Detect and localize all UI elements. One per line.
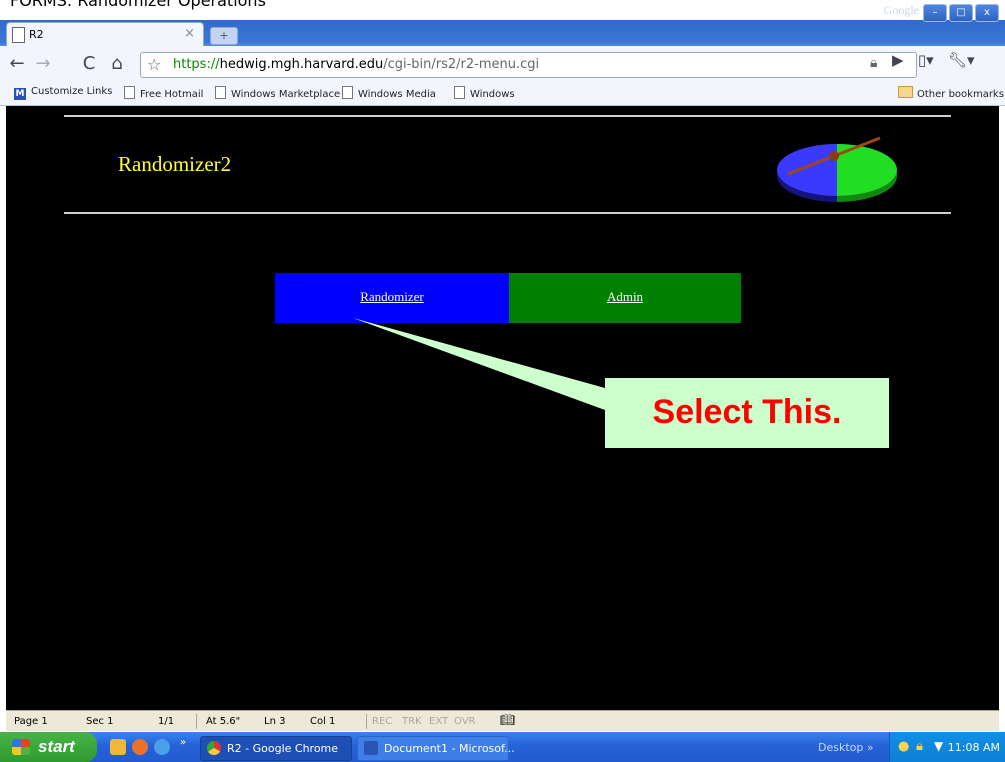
url-host: hedwig.mgh.harvard.edu: [219, 57, 384, 72]
pie-chart-logo: [777, 136, 897, 202]
word-icon: [364, 741, 378, 755]
start-button[interactable]: start: [0, 732, 97, 762]
minimize-icon[interactable]: –: [923, 4, 947, 22]
msn-icon: M: [14, 88, 26, 100]
spelling-book-icon[interactable]: 📖︎: [500, 713, 515, 727]
quicklaunch-outlook-icon[interactable]: [110, 739, 126, 755]
tab-r2[interactable]: R2 ×: [6, 22, 204, 47]
tab-close-icon[interactable]: ×: [184, 26, 195, 41]
clock[interactable]: 11:08 AM: [948, 741, 1000, 754]
callout-text: Select This.: [652, 393, 842, 431]
folder-icon: [898, 86, 913, 98]
more-quicklaunch-icon[interactable]: »: [180, 737, 186, 748]
forward-icon[interactable]: →: [32, 53, 54, 75]
status-ext[interactable]: EXT: [429, 716, 448, 727]
chrome-icon: [207, 741, 221, 755]
lock-icon[interactable]: 🔒︎: [870, 55, 877, 71]
caption-left: FORMS: Randomizer Operations: [10, 0, 266, 10]
callout-box: Select This.: [605, 378, 889, 448]
randomizer-link[interactable]: Randomizer: [275, 289, 509, 305]
new-tab-button[interactable]: +: [210, 27, 238, 45]
start-label: start: [38, 737, 75, 756]
other-bookmarks[interactable]: Other bookmarks: [898, 86, 1004, 100]
status-rec[interactable]: REC: [372, 716, 392, 727]
toolbar-right-buttons: ▶ ▯▾ 🔧︎▾: [892, 51, 975, 69]
quicklaunch-ie-icon[interactable]: [154, 739, 170, 755]
system-tray: ● 🔒︎ ▼ 11:08 AM: [889, 732, 1005, 762]
status-trk[interactable]: TRK: [402, 716, 422, 727]
admin-menu-button[interactable]: Admin: [509, 273, 741, 323]
task-label: R2 - Google Chrome: [227, 742, 339, 755]
bookmark-customize-links[interactable]: M Customize Links: [14, 86, 112, 100]
bottom-divider: [64, 212, 951, 214]
bookmark-star-icon[interactable]: ☆: [147, 55, 161, 74]
status-line: Ln 3: [264, 716, 286, 727]
play-icon[interactable]: ▶: [892, 51, 904, 69]
wrench-icon[interactable]: 🔧︎▾: [948, 51, 975, 69]
url-text[interactable]: https://hedwig.mgh.harvard.edu/cgi-bin/r…: [173, 57, 539, 72]
url-scheme: https://: [173, 57, 220, 72]
home-icon[interactable]: ⌂: [106, 53, 128, 75]
top-caption: FORMS: Randomizer Operations: [0, 0, 1005, 20]
desktop-toolbar[interactable]: Desktop »: [818, 741, 874, 754]
status-ovr[interactable]: OVR: [454, 716, 475, 727]
bookmark-windows-media[interactable]: Windows Media: [342, 86, 436, 100]
reload-icon[interactable]: C: [78, 53, 100, 75]
task-word[interactable]: Document1 - Microsof...: [357, 736, 515, 761]
tab-title: R2: [29, 28, 44, 41]
close-icon[interactable]: x: [975, 4, 999, 22]
divider: [196, 714, 197, 729]
address-bar[interactable]: ☆ https://hedwig.mgh.harvard.edu/cgi-bin…: [140, 52, 917, 78]
status-page: Page 1: [14, 716, 48, 727]
randomizer-menu-button[interactable]: Randomizer: [275, 273, 509, 323]
tray-icon-1[interactable]: ●: [898, 739, 909, 754]
divider: [366, 714, 367, 729]
status-column: Col 1: [310, 716, 336, 727]
bookmarks-bar: M Customize Links Free Hotmail Windows Ma…: [0, 83, 1005, 106]
page-icon: [124, 86, 135, 99]
back-icon[interactable]: ←: [6, 53, 28, 75]
page-icon: [12, 27, 25, 43]
status-at: At 5.6": [206, 716, 241, 727]
top-divider: [64, 115, 951, 117]
page-icon: [342, 86, 353, 99]
window-brand: Google: [883, 3, 919, 17]
task-label: Document1 - Microsof...: [384, 742, 515, 755]
admin-link[interactable]: Admin: [509, 289, 741, 305]
url-path: /cgi-bin/rs2/r2-menu.cgi: [383, 57, 540, 72]
quicklaunch-firefox-icon[interactable]: [132, 739, 148, 755]
window-controls: – □ x: [923, 4, 999, 22]
tray-lock-icon[interactable]: 🔒︎: [916, 739, 923, 754]
task-chrome[interactable]: R2 - Google Chrome: [200, 736, 352, 761]
page-icon: [454, 86, 465, 99]
app-title: Randomizer2: [118, 152, 232, 176]
page-icon: [215, 86, 226, 99]
status-pages: 1/1: [158, 716, 175, 727]
page-menu-icon[interactable]: ▯▾: [918, 51, 934, 69]
tray-shield-icon[interactable]: ▼: [934, 739, 943, 753]
bookmark-windows[interactable]: Windows: [454, 86, 515, 100]
bookmark-windows-marketplace[interactable]: Windows Marketplace: [215, 86, 340, 100]
status-section: Sec 1: [86, 716, 114, 727]
bookmark-free-hotmail[interactable]: Free Hotmail: [124, 86, 203, 100]
word-status-bar: Page 1 Sec 1 1/1 At 5.6" Ln 3 Col 1 REC …: [6, 710, 999, 731]
maximize-icon[interactable]: □: [949, 4, 973, 22]
windows-flag-icon: [12, 739, 30, 755]
windows-taskbar: start » R2 - Google Chrome Document1 - M…: [0, 732, 1005, 762]
